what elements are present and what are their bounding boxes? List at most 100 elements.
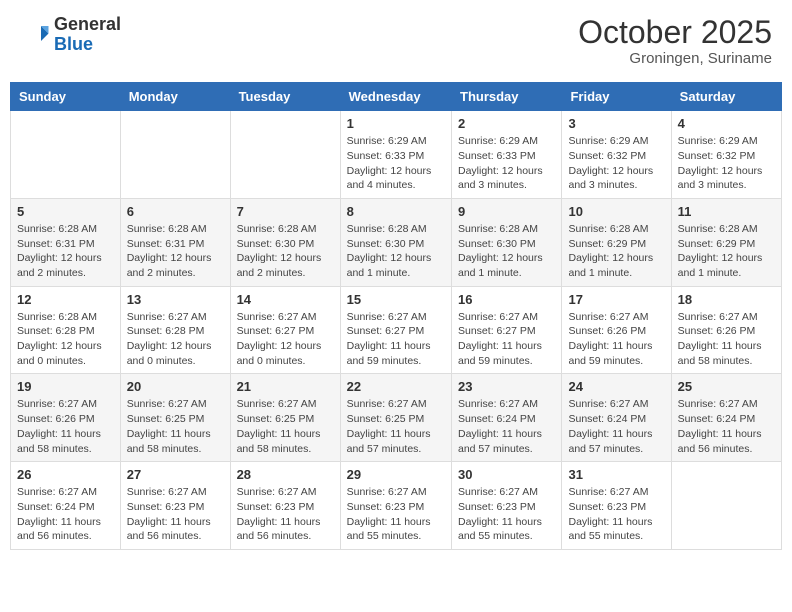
day-info: Sunrise: 6:27 AM Sunset: 6:27 PM Dayligh…: [458, 310, 555, 369]
logo-icon: [20, 20, 50, 50]
day-number: 24: [568, 379, 664, 394]
calendar-cell: 30 Sunrise: 6:27 AM Sunset: 6:23 PM Dayli…: [452, 462, 562, 550]
calendar-cell: 28 Sunrise: 6:27 AM Sunset: 6:23 PM Dayli…: [230, 462, 340, 550]
calendar-cell: 3 Sunrise: 6:29 AM Sunset: 6:32 PM Daylig…: [562, 111, 671, 199]
day-info: Sunrise: 6:29 AM Sunset: 6:33 PM Dayligh…: [347, 134, 445, 193]
day-number: 23: [458, 379, 555, 394]
day-info: Sunrise: 6:28 AM Sunset: 6:30 PM Dayligh…: [458, 222, 555, 281]
day-info: Sunrise: 6:28 AM Sunset: 6:29 PM Dayligh…: [568, 222, 664, 281]
day-number: 19: [17, 379, 114, 394]
day-info: Sunrise: 6:27 AM Sunset: 6:23 PM Dayligh…: [568, 485, 664, 544]
day-info: Sunrise: 6:27 AM Sunset: 6:23 PM Dayligh…: [127, 485, 224, 544]
day-info: Sunrise: 6:27 AM Sunset: 6:26 PM Dayligh…: [678, 310, 775, 369]
day-info: Sunrise: 6:28 AM Sunset: 6:31 PM Dayligh…: [17, 222, 114, 281]
calendar-cell: 23Sunrise: 6:27 AM Sunset: 6:24 PM Dayli…: [452, 374, 562, 462]
weekday-header-tuesday: Tuesday: [230, 83, 340, 111]
calendar-cell: 25 Sunrise: 6:27 AM Sunset: 6:24 PM Dayli…: [671, 374, 781, 462]
location: Groningen, Suriname: [578, 50, 772, 67]
day-info: Sunrise: 6:27 AM Sunset: 6:24 PM Dayligh…: [17, 485, 114, 544]
calendar-cell: 31 Sunrise: 6:27 AM Sunset: 6:23 PM Dayli…: [562, 462, 671, 550]
day-info: Sunrise: 6:27 AM Sunset: 6:26 PM Dayligh…: [568, 310, 664, 369]
day-number: 2: [458, 116, 555, 131]
day-info: Sunrise: 6:29 AM Sunset: 6:32 PM Dayligh…: [568, 134, 664, 193]
calendar-cell: 2Sunrise: 6:29 AM Sunset: 6:33 PM Daylig…: [452, 111, 562, 199]
day-info: Sunrise: 6:29 AM Sunset: 6:32 PM Dayligh…: [678, 134, 775, 193]
day-info: Sunrise: 6:28 AM Sunset: 6:30 PM Dayligh…: [347, 222, 445, 281]
weekday-header-thursday: Thursday: [452, 83, 562, 111]
calendar-cell: 18 Sunrise: 6:27 AM Sunset: 6:26 PM Dayli…: [671, 286, 781, 374]
logo-blue: Blue: [54, 34, 93, 54]
day-info: Sunrise: 6:28 AM Sunset: 6:29 PM Dayligh…: [678, 222, 775, 281]
day-number: 18: [678, 292, 775, 307]
calendar: SundayMondayTuesdayWednesdayThursdayFrid…: [10, 82, 782, 550]
calendar-cell: 22 Sunrise: 6:27 AM Sunset: 6:25 PM Dayli…: [340, 374, 451, 462]
day-number: 30: [458, 467, 555, 482]
day-number: 22: [347, 379, 445, 394]
day-number: 25: [678, 379, 775, 394]
calendar-cell: 19 Sunrise: 6:27 AM Sunset: 6:26 PM Dayli…: [11, 374, 121, 462]
calendar-cell: 27 Sunrise: 6:27 AM Sunset: 6:23 PM Dayli…: [120, 462, 230, 550]
day-number: 5: [17, 204, 114, 219]
month-title: October 2025: [578, 15, 772, 50]
day-info: Sunrise: 6:27 AM Sunset: 6:24 PM Dayligh…: [568, 397, 664, 456]
day-info: Sunrise: 6:27 AM Sunset: 6:26 PM Dayligh…: [17, 397, 114, 456]
day-info: Sunrise: 6:27 AM Sunset: 6:23 PM Dayligh…: [458, 485, 555, 544]
week-row-1: 1 Sunrise: 6:29 AM Sunset: 6:33 PM Daylig…: [11, 111, 782, 199]
calendar-cell: [120, 111, 230, 199]
day-info: Sunrise: 6:27 AM Sunset: 6:27 PM Dayligh…: [347, 310, 445, 369]
calendar-cell: 12Sunrise: 6:28 AM Sunset: 6:28 PM Dayli…: [11, 286, 121, 374]
week-row-5: 26Sunrise: 6:27 AM Sunset: 6:24 PM Dayli…: [11, 462, 782, 550]
day-info: Sunrise: 6:27 AM Sunset: 6:23 PM Dayligh…: [347, 485, 445, 544]
week-row-4: 19 Sunrise: 6:27 AM Sunset: 6:26 PM Dayli…: [11, 374, 782, 462]
logo-general: General: [54, 14, 121, 34]
day-number: 10: [568, 204, 664, 219]
calendar-cell: 16Sunrise: 6:27 AM Sunset: 6:27 PM Dayli…: [452, 286, 562, 374]
day-number: 3: [568, 116, 664, 131]
week-row-2: 5 Sunrise: 6:28 AM Sunset: 6:31 PM Daylig…: [11, 198, 782, 286]
day-info: Sunrise: 6:27 AM Sunset: 6:28 PM Dayligh…: [127, 310, 224, 369]
calendar-cell: 13 Sunrise: 6:27 AM Sunset: 6:28 PM Dayli…: [120, 286, 230, 374]
day-number: 4: [678, 116, 775, 131]
weekday-header-monday: Monday: [120, 83, 230, 111]
calendar-cell: [230, 111, 340, 199]
day-number: 20: [127, 379, 224, 394]
calendar-cell: 6 Sunrise: 6:28 AM Sunset: 6:31 PM Daylig…: [120, 198, 230, 286]
day-number: 31: [568, 467, 664, 482]
calendar-cell: 24 Sunrise: 6:27 AM Sunset: 6:24 PM Dayli…: [562, 374, 671, 462]
page-header: General Blue October 2025 Groningen, Sur…: [10, 10, 782, 72]
day-number: 8: [347, 204, 445, 219]
day-info: Sunrise: 6:27 AM Sunset: 6:25 PM Dayligh…: [347, 397, 445, 456]
weekday-header-saturday: Saturday: [671, 83, 781, 111]
title-block: October 2025 Groningen, Suriname: [578, 15, 772, 67]
logo-text: General Blue: [54, 15, 121, 55]
weekday-header-wednesday: Wednesday: [340, 83, 451, 111]
calendar-cell: 4 Sunrise: 6:29 AM Sunset: 6:32 PM Daylig…: [671, 111, 781, 199]
calendar-cell: 7Sunrise: 6:28 AM Sunset: 6:30 PM Daylig…: [230, 198, 340, 286]
day-number: 27: [127, 467, 224, 482]
day-number: 13: [127, 292, 224, 307]
calendar-cell: 20 Sunrise: 6:27 AM Sunset: 6:25 PM Dayli…: [120, 374, 230, 462]
day-number: 6: [127, 204, 224, 219]
day-info: Sunrise: 6:27 AM Sunset: 6:27 PM Dayligh…: [237, 310, 334, 369]
calendar-cell: 5 Sunrise: 6:28 AM Sunset: 6:31 PM Daylig…: [11, 198, 121, 286]
calendar-cell: 29 Sunrise: 6:27 AM Sunset: 6:23 PM Dayli…: [340, 462, 451, 550]
day-number: 11: [678, 204, 775, 219]
day-number: 1: [347, 116, 445, 131]
day-number: 7: [237, 204, 334, 219]
calendar-cell: 21Sunrise: 6:27 AM Sunset: 6:25 PM Dayli…: [230, 374, 340, 462]
calendar-cell: 14 Sunrise: 6:27 AM Sunset: 6:27 PM Dayli…: [230, 286, 340, 374]
day-number: 15: [347, 292, 445, 307]
day-number: 14: [237, 292, 334, 307]
calendar-cell: 17Sunrise: 6:27 AM Sunset: 6:26 PM Dayli…: [562, 286, 671, 374]
day-info: Sunrise: 6:27 AM Sunset: 6:24 PM Dayligh…: [678, 397, 775, 456]
week-row-3: 12Sunrise: 6:28 AM Sunset: 6:28 PM Dayli…: [11, 286, 782, 374]
day-number: 29: [347, 467, 445, 482]
day-info: Sunrise: 6:27 AM Sunset: 6:23 PM Dayligh…: [237, 485, 334, 544]
calendar-cell: [671, 462, 781, 550]
day-info: Sunrise: 6:27 AM Sunset: 6:25 PM Dayligh…: [237, 397, 334, 456]
day-number: 28: [237, 467, 334, 482]
calendar-cell: 10 Sunrise: 6:28 AM Sunset: 6:29 PM Dayli…: [562, 198, 671, 286]
day-info: Sunrise: 6:27 AM Sunset: 6:25 PM Dayligh…: [127, 397, 224, 456]
day-info: Sunrise: 6:28 AM Sunset: 6:31 PM Dayligh…: [127, 222, 224, 281]
calendar-cell: 26Sunrise: 6:27 AM Sunset: 6:24 PM Dayli…: [11, 462, 121, 550]
